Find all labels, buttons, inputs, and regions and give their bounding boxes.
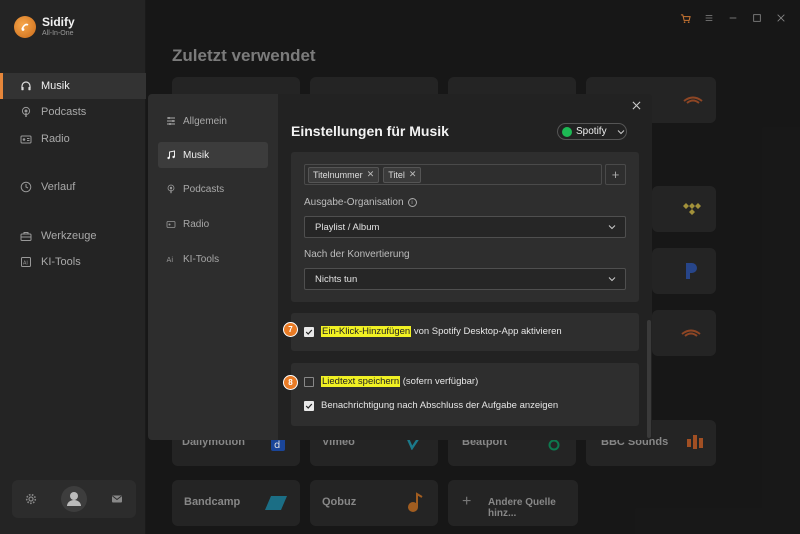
settings-tab-podcasts[interactable]: Podcasts [158,176,268,202]
remove-tag-icon[interactable]: ✕ [409,169,417,180]
settings-nav-panel: Allgemein Musik Podcasts Radio Ai KI-Too… [148,94,278,440]
spotify-icon [562,126,572,137]
user-avatar[interactable] [60,486,87,512]
dialog-scrollbar[interactable] [647,320,651,438]
headphones-icon [21,81,31,91]
sidebar-item-radio[interactable]: Radio [0,126,146,152]
output-org-value: Playlist / Album [315,221,380,233]
checkmark-icon [305,329,313,335]
mail-icon[interactable] [110,492,124,506]
tag-chip: Titel ✕ [383,166,422,183]
app-sidebar: Sidify All-In-One Musik Podcasts Radio V… [0,0,146,534]
dialog-close-icon[interactable] [632,101,642,111]
sidebar-bottom-bar [12,480,136,518]
step-badge: 7 [283,322,298,337]
clock-icon [20,181,32,193]
one-click-checkbox[interactable] [304,326,314,337]
remove-tag-icon[interactable]: ✕ [367,169,375,180]
output-org-label: Ausgabe-Organisation i [304,197,417,208]
settings-tab-label: Allgemein [183,115,227,127]
source-select[interactable]: Spotify [557,123,627,140]
sidebar-item-label: Podcasts [41,106,87,118]
settings-tab-label: Radio [183,218,210,230]
one-click-rest: von Spotify Desktop-App aktivieren [411,326,562,337]
ai-icon: Ai [167,256,174,264]
chevron-down-icon [617,129,624,134]
lyrics-rest: (sofern verfügbar) [400,376,479,387]
radio-icon [20,135,32,144]
chevron-down-icon [608,277,616,282]
sidebar-item-verlauf[interactable]: Verlauf [0,174,146,200]
step-badge: 8 [283,375,298,390]
settings-tab-radio[interactable]: Radio [158,211,268,237]
dialog-title: Einstellungen für Musik [291,123,449,139]
podcast-icon [21,106,31,117]
notify-text: Benachrichtigung nach Abschluss der Aufg… [321,400,559,411]
app-logo: Sidify All-In-One [14,16,75,38]
lyrics-checkbox[interactable] [304,376,314,387]
after-conv-select[interactable]: Nichts tun [304,268,626,290]
sidebar-item-label: Radio [41,133,70,145]
app-subtitle: All-In-One [42,30,74,37]
output-org-label-text: Ausgabe-Organisation [304,197,404,208]
sidebar-item-musik[interactable]: Musik [0,73,146,99]
sidebar-item-label: Musik [41,80,70,92]
settings-tab-musik[interactable]: Musik [158,142,268,168]
chevron-down-icon [608,225,616,230]
settings-tab-label: KI-Tools [183,253,220,265]
tag-label: Titelnummer [313,169,363,180]
after-conv-value: Nichts tun [315,273,358,285]
info-icon[interactable]: i [407,198,417,207]
notify-option[interactable]: Benachrichtigung nach Abschluss der Aufg… [304,400,558,411]
notify-checkbox[interactable] [304,400,314,411]
svg-text:Ai: Ai [167,256,174,264]
one-click-highlight: Ein-Klick-Hinzufügen [321,326,412,337]
settings-tab-ki-tools[interactable]: Ai KI-Tools [158,246,268,272]
sidify-logo-icon [14,16,36,38]
one-click-text: Ein-Klick-Hinzufügen von Spotify Desktop… [321,326,562,337]
checkmark-icon [305,403,313,409]
ai-icon: AI [21,257,31,267]
sidebar-item-werkzeuge[interactable]: Werkzeuge [0,223,146,249]
radio-icon [166,221,176,228]
tag-chip: Titelnummer ✕ [308,166,380,183]
sidebar-item-label: Verlauf [41,181,76,193]
add-tag-button[interactable]: + [605,164,626,185]
music-note-icon [167,150,175,160]
filename-tags-field[interactable]: Titelnummer ✕ Titel ✕ [304,164,602,185]
tag-label: Titel [388,169,405,180]
settings-gear-icon[interactable] [24,492,38,506]
sidebar-item-ki-tools[interactable]: AI KI-Tools [0,249,146,275]
lyrics-text: Liedtext speichern (sofern verfügbar) [321,376,478,387]
one-click-option[interactable]: Ein-Klick-Hinzufügen von Spotify Desktop… [304,326,562,337]
settings-tab-label: Musik [183,149,210,161]
settings-tab-label: Podcasts [183,183,225,195]
svg-text:AI: AI [23,261,28,267]
settings-tab-allgemein[interactable]: Allgemein [158,108,268,134]
toolbox-icon [20,232,32,241]
app-name: Sidify [42,15,75,29]
sidebar-item-label: KI-Tools [41,256,81,268]
source-select-value: Spotify [576,126,607,137]
sidebar-item-label: Werkzeuge [41,230,97,242]
lyrics-highlight: Liedtext speichern [321,376,401,387]
podcast-icon [167,184,175,194]
lyrics-option[interactable]: Liedtext speichern (sofern verfügbar) [304,376,478,387]
after-conv-label: Nach der Konvertierung [304,249,410,260]
output-org-select[interactable]: Playlist / Album [304,216,626,238]
extras-card [291,363,639,426]
sidebar-item-podcasts[interactable]: Podcasts [0,99,146,125]
sliders-icon [167,117,175,125]
